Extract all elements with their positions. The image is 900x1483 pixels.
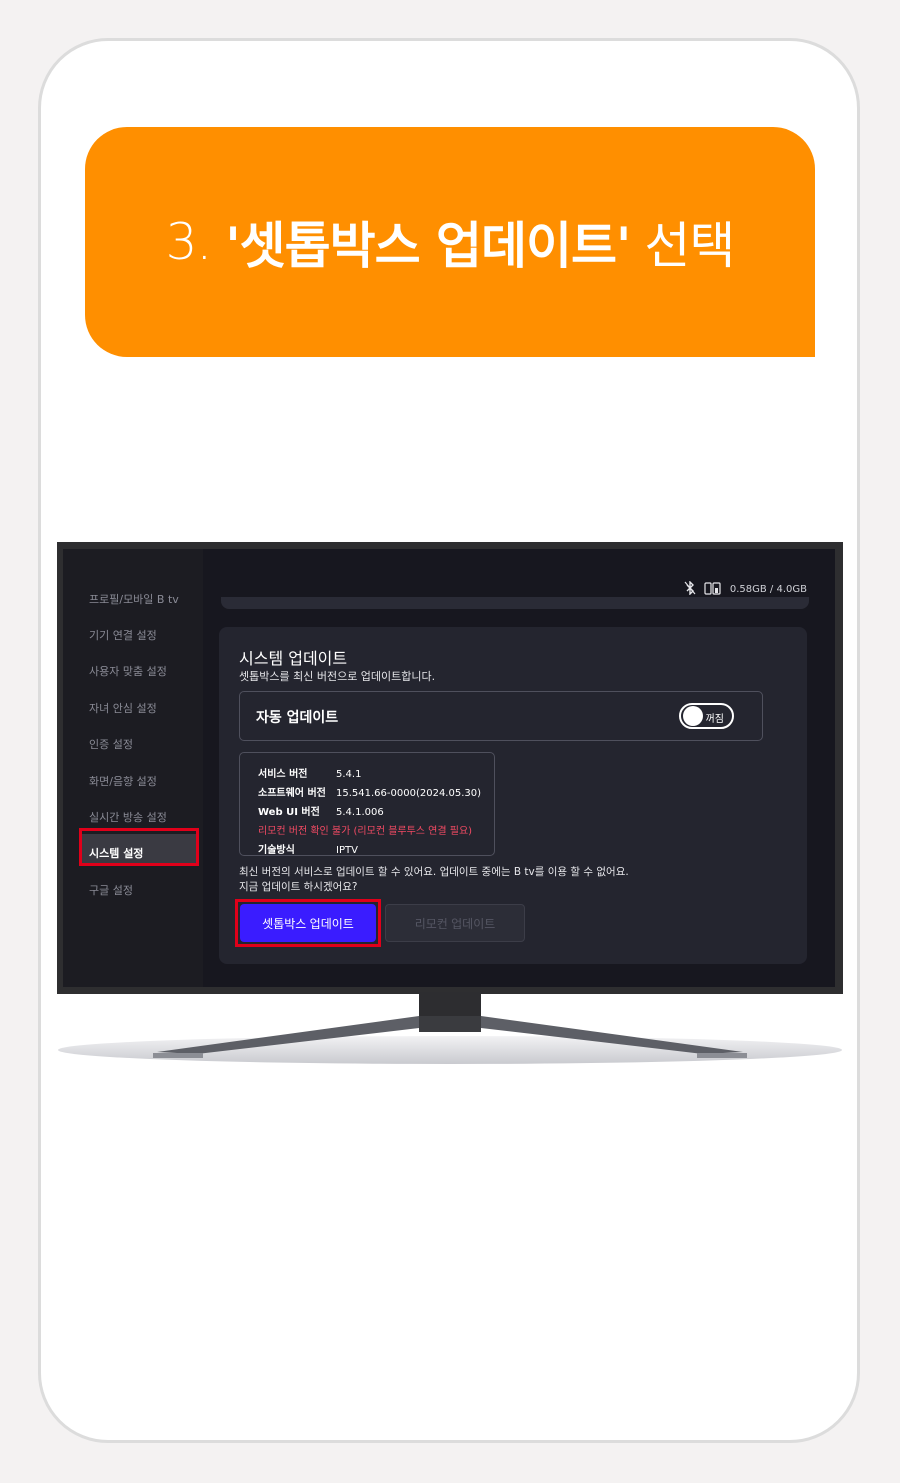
info-row-webui: Web UI 버전 5.4.1.006	[258, 807, 384, 818]
tv-stand	[58, 992, 842, 1064]
toggle-state-label: 꺼짐	[705, 714, 724, 725]
remote-update-button[interactable]: 리모컨 업데이트	[385, 904, 525, 942]
sidebar-item-device-connection[interactable]: 기기 연결 설정	[89, 627, 157, 643]
sidebar-highlight-box	[79, 828, 199, 866]
step-number: 3.	[165, 213, 213, 271]
info-row-software: 소프트웨어 버전 15.541.66-0000(2024.05.30)	[258, 788, 482, 799]
sidebar-item-profile[interactable]: 프로필/모바일 B tv	[89, 591, 179, 607]
previous-panel-edge	[221, 597, 809, 609]
auto-update-label: 자동 업데이트	[256, 710, 339, 726]
info-row-tech: 기술방식 IPTV	[258, 845, 358, 856]
panel-subtitle: 셋톱박스를 최신 버전으로 업데이트합니다.	[239, 670, 436, 683]
auto-update-toggle[interactable]: 꺼짐	[679, 703, 734, 729]
step-banner: 3. '셋톱박스 업데이트' 선택	[85, 127, 815, 357]
sidebar-item-google[interactable]: 구글 설정	[89, 882, 133, 898]
settings-sidebar: 프로필/모바일 B tv 기기 연결 설정 사용자 맞춤 설정 자녀 안심 설정…	[63, 549, 203, 987]
sidebar-item-auth[interactable]: 인증 설정	[89, 736, 133, 752]
step-action: 선택	[644, 217, 735, 275]
sidebar-item-parental[interactable]: 자녀 안심 설정	[89, 700, 157, 716]
button-highlight-box	[235, 899, 381, 947]
sidebar-item-user-preferences[interactable]: 사용자 맞춤 설정	[89, 663, 167, 679]
version-info-box: 서비스 버전 5.4.1 소프트웨어 버전 15.541.66-0000(2024.…	[239, 752, 495, 856]
sidebar-item-live-broadcast[interactable]: 실시간 방송 설정	[89, 809, 167, 825]
sidebar-item-display-audio[interactable]: 화면/음향 설정	[89, 773, 157, 789]
info-row-service: 서비스 버전 5.4.1	[258, 769, 362, 780]
update-note-line2: 지금 업데이트 하시겠어요?	[239, 881, 358, 893]
system-update-panel: 시스템 업데이트 셋톱박스를 최신 버전으로 업데이트합니다. 자동 업데이트 …	[219, 627, 807, 964]
remote-battery-icon	[704, 581, 722, 598]
storage-indicator: 0.58GB / 4.0GB	[729, 584, 807, 595]
bluetooth-off-icon	[684, 580, 696, 598]
status-bar: 0.58GB / 4.0GB	[684, 580, 807, 598]
auto-update-row[interactable]: 자동 업데이트 꺼짐	[239, 691, 763, 741]
update-note-line1: 최신 버전의 서비스로 업데이트 할 수 있어요. 업데이트 중에는 B tv를…	[239, 866, 629, 878]
tv-screen: 프로필/모바일 B tv 기기 연결 설정 사용자 맞춤 설정 자녀 안심 설정…	[63, 549, 835, 987]
update-note: 최신 버전의 서비스로 업데이트 할 수 있어요. 업데이트 중에는 B tv를…	[239, 865, 779, 895]
toggle-knob	[683, 706, 703, 726]
step-target: '셋톱박스 업데이트'	[225, 217, 631, 275]
tv-frame: 프로필/모바일 B tv 기기 연결 설정 사용자 맞춤 설정 자녀 안심 설정…	[57, 542, 843, 994]
panel-title: 시스템 업데이트	[239, 649, 348, 668]
remote-version-warning: 리모컨 버전 확인 불가 (리모컨 블루투스 연결 필요)	[258, 826, 473, 837]
